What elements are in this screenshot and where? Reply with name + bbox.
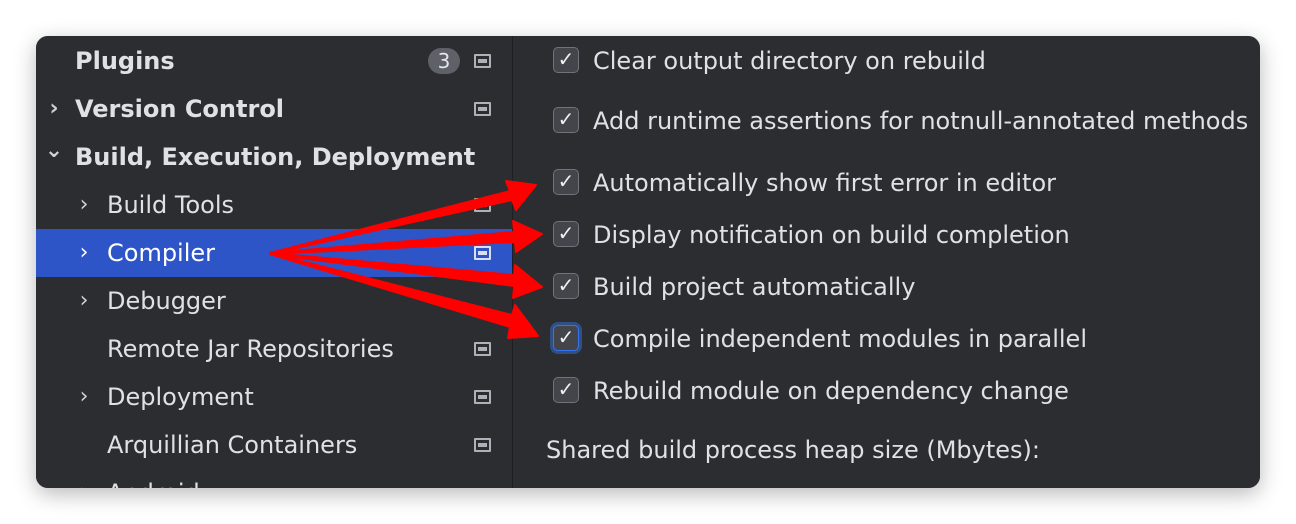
tree-item-label: Arquillian Containers	[107, 431, 358, 459]
checkbox[interactable]: ✓	[553, 221, 579, 247]
option-label: Display notification on build completion	[593, 221, 1070, 249]
tree-item-compiler[interactable]: › Compiler	[36, 229, 512, 277]
option-label: Clear output directory on rebuild	[593, 47, 986, 75]
checkbox[interactable]: ✓	[553, 325, 579, 351]
checkbox[interactable]: ✓	[553, 377, 579, 403]
option-label: Add runtime assertions for notnull-annot…	[593, 107, 1249, 135]
project-level-icon	[474, 342, 491, 356]
checkbox[interactable]: ✓	[553, 107, 579, 133]
tree-item-arquillian-containers[interactable]: Arquillian Containers	[36, 421, 512, 469]
tree-item-label: Remote Jar Repositories	[107, 335, 394, 363]
tree-item-plugins[interactable]: Plugins 3	[36, 37, 512, 85]
tree-item-android[interactable]: › Android	[36, 469, 512, 488]
tree-item-remote-jar-repositories[interactable]: Remote Jar Repositories	[36, 325, 512, 373]
project-level-icon	[474, 390, 491, 404]
project-level-icon	[474, 102, 491, 116]
chevron-right-icon[interactable]: ›	[74, 229, 94, 277]
chevron-right-icon[interactable]: ›	[74, 469, 94, 488]
tree-item-label: Android	[107, 469, 200, 488]
updates-badge: 3	[428, 48, 460, 74]
option-label: Automatically show first error in editor	[593, 169, 1057, 197]
chevron-right-icon[interactable]: ›	[74, 373, 94, 421]
tree-item-label: Plugins	[75, 47, 175, 75]
tree-item-label: Compiler	[107, 239, 216, 267]
option-label: Rebuild module on dependency change	[593, 377, 1069, 405]
tree-item-label: Deployment	[107, 383, 254, 411]
tree-item-build-execution-deployment[interactable]: ⌄ Build, Execution, Deployment	[36, 133, 512, 181]
option-label: Compile independent modules in parallel	[593, 325, 1087, 353]
chevron-right-icon[interactable]: ›	[74, 181, 94, 229]
settings-window: Plugins 3 › Version Control ⌄ Build, Exe…	[36, 36, 1260, 488]
tree-item-deployment[interactable]: › Deployment	[36, 373, 512, 421]
checkbox[interactable]: ✓	[553, 273, 579, 299]
tree-item-build-tools[interactable]: › Build Tools	[36, 181, 512, 229]
chevron-right-icon[interactable]: ›	[74, 277, 94, 325]
chevron-right-icon[interactable]: ›	[44, 85, 64, 133]
tree-item-debugger[interactable]: › Debugger	[36, 277, 512, 325]
tree-item-label: Build Tools	[107, 191, 234, 219]
tree-item-label: Build, Execution, Deployment	[75, 143, 476, 171]
tree-item-label: Version Control	[75, 95, 285, 123]
option-label: Build project automatically	[593, 273, 916, 301]
checkbox[interactable]: ✓	[553, 47, 579, 73]
project-level-icon	[474, 438, 491, 452]
heap-size-label: Shared build process heap size (Mbytes):	[546, 436, 1040, 464]
compiler-settings-panel: ✓ Clear output directory on rebuild ✓ Ad…	[513, 36, 1260, 488]
project-level-icon	[474, 198, 491, 212]
settings-tree: Plugins 3 › Version Control ⌄ Build, Exe…	[36, 36, 512, 488]
project-level-icon	[474, 246, 491, 260]
tree-item-label: Debugger	[107, 287, 226, 315]
checkbox[interactable]: ✓	[553, 169, 579, 195]
project-level-icon	[474, 54, 491, 68]
chevron-down-icon[interactable]: ⌄	[44, 127, 64, 175]
tree-item-version-control[interactable]: › Version Control	[36, 85, 512, 133]
